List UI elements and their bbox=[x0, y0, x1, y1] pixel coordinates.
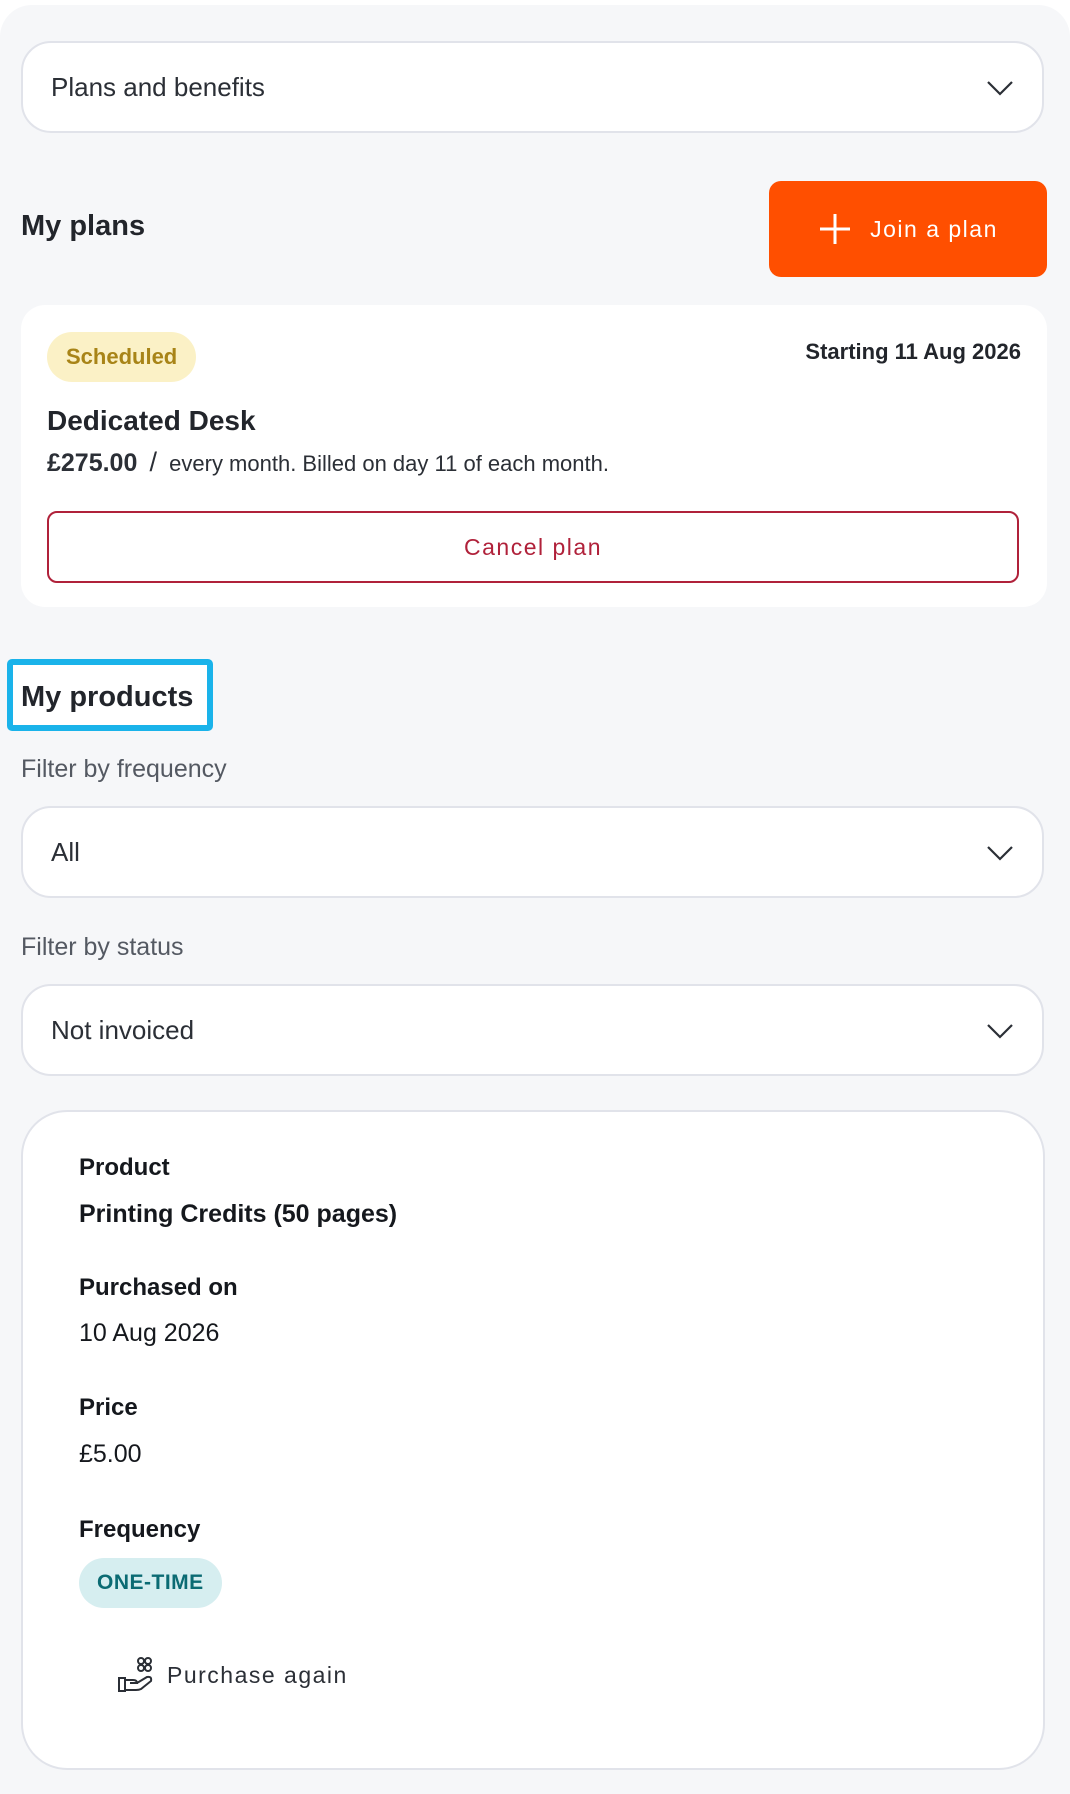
join-plan-label: Join a plan bbox=[870, 215, 998, 242]
frequency-filter-select[interactable]: All bbox=[21, 806, 1044, 898]
filter-status-label: Filter by status bbox=[21, 933, 184, 961]
plan-billing-text: every month. Billed on day 11 of each mo… bbox=[169, 451, 609, 476]
plus-icon bbox=[820, 214, 851, 244]
frequency-badge: ONE-TIME bbox=[79, 1558, 222, 1608]
frequency-filter-value: All bbox=[51, 836, 80, 867]
purchase-again-button[interactable]: Purchase again bbox=[117, 1652, 348, 1698]
section-select[interactable]: Plans and benefits bbox=[21, 41, 1044, 133]
product-name: Printing Credits (50 pages) bbox=[79, 1200, 398, 1228]
my-products-title: My products bbox=[21, 681, 194, 713]
price-value: £5.00 bbox=[79, 1440, 142, 1468]
filter-frequency-label: Filter by frequency bbox=[21, 755, 227, 783]
purchased-on-label: Purchased on bbox=[79, 1274, 238, 1301]
chevron-down-icon bbox=[987, 846, 1013, 861]
status-badge: Scheduled bbox=[47, 332, 197, 382]
plan-price-amount: £275.00 bbox=[47, 449, 138, 477]
my-plans-title: My plans bbox=[21, 210, 146, 242]
plan-price: £275.00 / every month. Billed on day 11 … bbox=[47, 447, 609, 478]
status-filter-value: Not invoiced bbox=[51, 1014, 195, 1045]
chevron-down-icon bbox=[987, 81, 1013, 96]
plan-name: Dedicated Desk bbox=[47, 405, 256, 436]
plan-card: Scheduled Starting 11 Aug 2026 Dedicated… bbox=[21, 305, 1047, 607]
plan-price-separator: / bbox=[149, 447, 158, 477]
page: Plans and benefits My plans Join a plan … bbox=[0, 5, 1070, 1794]
cancel-plan-button[interactable]: Cancel plan bbox=[47, 511, 1019, 583]
section-select-value: Plans and benefits bbox=[51, 71, 265, 102]
hand-gift-icon bbox=[118, 1657, 153, 1692]
purchased-on-value: 10 Aug 2026 bbox=[79, 1319, 220, 1347]
status-filter-select[interactable]: Not invoiced bbox=[21, 984, 1044, 1076]
join-plan-button[interactable]: Join a plan bbox=[769, 181, 1047, 277]
frequency-label: Frequency bbox=[79, 1516, 201, 1543]
price-label: Price bbox=[79, 1394, 138, 1421]
product-label: Product bbox=[79, 1154, 170, 1181]
product-card: Product Printing Credits (50 pages) Purc… bbox=[21, 1110, 1045, 1770]
purchase-again-label: Purchase again bbox=[167, 1661, 348, 1688]
chevron-down-icon bbox=[987, 1024, 1013, 1039]
plan-start-date: Starting 11 Aug 2026 bbox=[805, 339, 1021, 364]
